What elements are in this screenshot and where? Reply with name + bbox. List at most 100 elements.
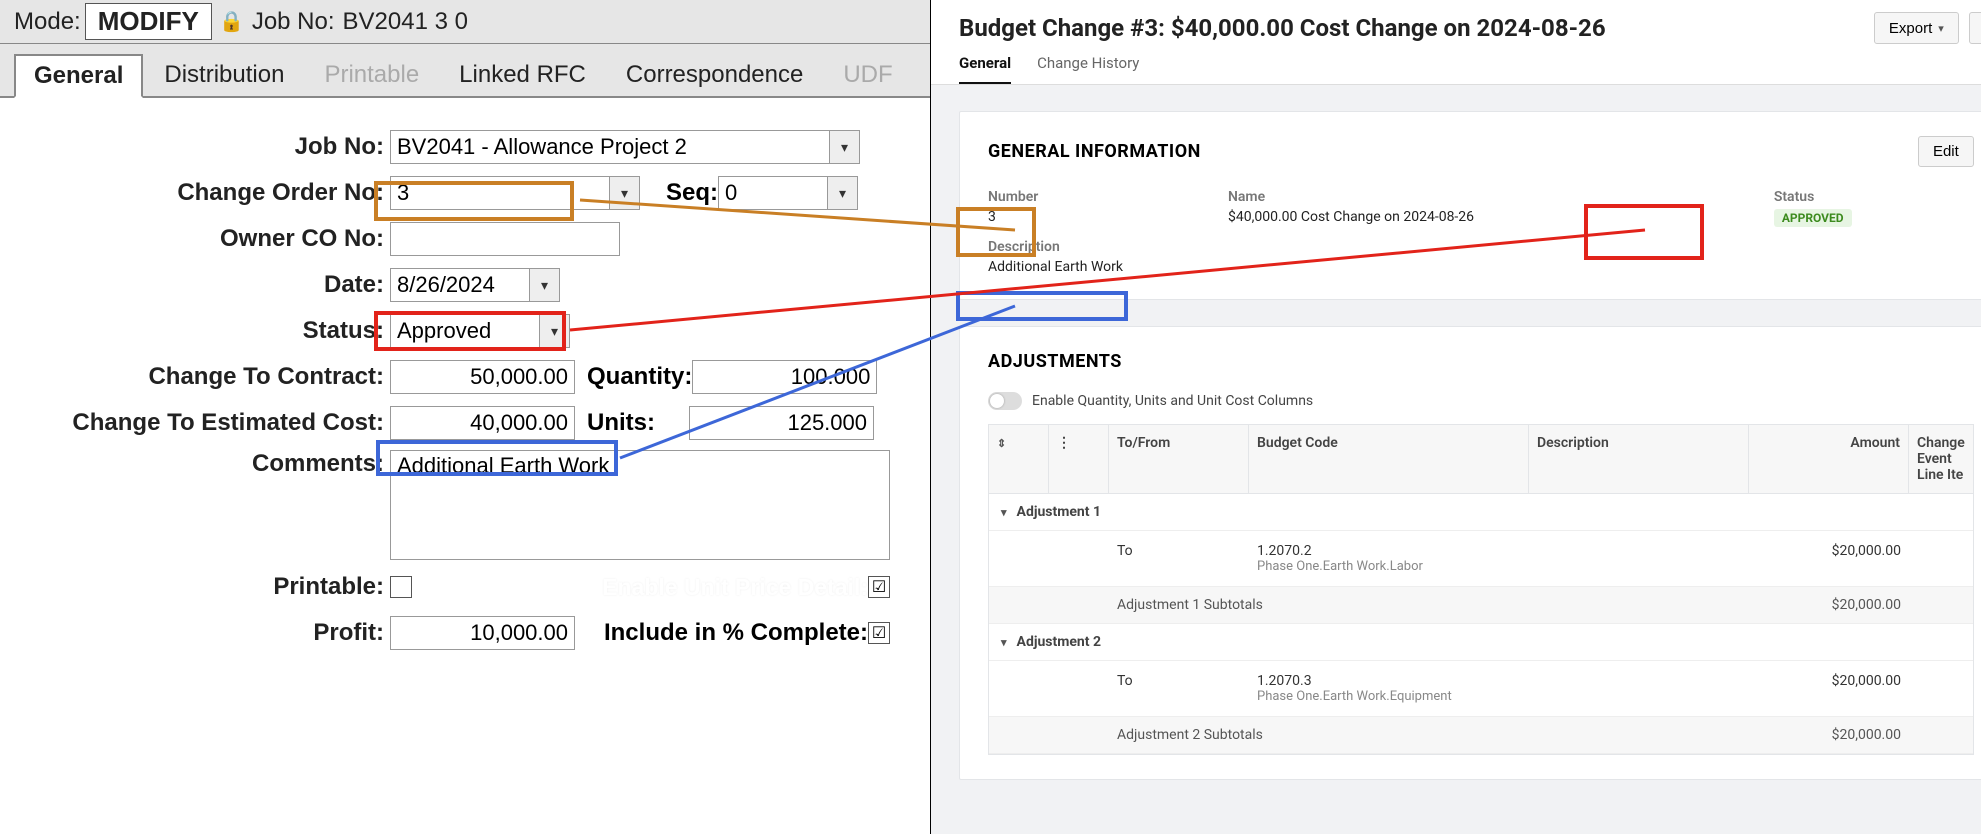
- tab-printable: Printable: [305, 54, 438, 98]
- chevron-down-icon: ▾: [1001, 636, 1007, 649]
- cell-code1: 1.2070.2: [1257, 543, 1521, 559]
- lbl-change-order-no: Change Order No:: [40, 179, 390, 207]
- col-tofrom: To/From: [1109, 425, 1249, 493]
- col-description: Description: [1529, 425, 1749, 493]
- chevron-down-icon: ▾: [1938, 22, 1944, 35]
- table-row: To 1.2070.3 Phase One.Earth Work.Equipme…: [989, 661, 1973, 717]
- gi-name-value: $40,000.00 Cost Change on 2024-08-26: [1228, 209, 1734, 225]
- chevron-down-icon[interactable]: ▾: [540, 314, 570, 348]
- chk-include-in-percent[interactable]: ☑: [868, 622, 890, 644]
- mode-value-box: MODIFY: [85, 3, 212, 40]
- topbar: Mode: MODIFY 🔒 Job No: BV2041 3 0: [0, 0, 930, 44]
- lbl-units: Units:: [587, 409, 655, 437]
- group-name: Adjustment 1: [1017, 504, 1102, 520]
- page-title: Budget Change #3: $40,000.00 Cost Change…: [959, 14, 1606, 42]
- cell-tofrom: To: [1109, 661, 1249, 716]
- legacy-tabs: General Distribution Printable Linked RF…: [0, 44, 930, 98]
- cell-amount: $20,000.00: [1749, 531, 1909, 586]
- heading-adjustments: ADJUSTMENTS: [988, 351, 1974, 372]
- form-body: Job No: ▾ Change Order No: ▾ Seq: ▾ Owne…: [0, 98, 930, 690]
- chevron-down-icon: ▾: [1001, 506, 1007, 519]
- field-date[interactable]: [390, 268, 530, 302]
- gi-number-label: Number: [988, 189, 1188, 205]
- right-header: Budget Change #3: $40,000.00 Cost Change…: [931, 0, 1981, 44]
- chevron-down-icon[interactable]: ▾: [610, 176, 640, 210]
- field-profit[interactable]: [390, 616, 575, 650]
- gi-name-label: Name: [1228, 189, 1734, 205]
- gi-description-label: Description: [988, 239, 1974, 255]
- group-name: Adjustment 2: [1017, 634, 1102, 650]
- field-seq[interactable]: [718, 176, 828, 210]
- lbl-printable: Printable:: [40, 573, 390, 601]
- adjustments-table: ⇕ ⋮ To/From Budget Code Description Amou…: [988, 424, 1974, 755]
- field-comments[interactable]: [390, 450, 890, 560]
- subtotal-row: Adjustment 2 Subtotals $20,000.00: [989, 717, 1973, 754]
- chevron-down-icon[interactable]: ▾: [828, 176, 858, 210]
- r-tab-change-history[interactable]: Change History: [1037, 54, 1139, 84]
- col-more[interactable]: ⋮: [1049, 425, 1109, 493]
- status-badge: APPROVED: [1774, 209, 1852, 227]
- modern-panel: Budget Change #3: $40,000.00 Cost Change…: [931, 0, 1981, 834]
- cell-code1: 1.2070.3: [1257, 673, 1521, 689]
- more-button[interactable]: ⋮: [1969, 12, 1981, 44]
- subtotal-row: Adjustment 1 Subtotals $20,000.00: [989, 587, 1973, 624]
- lbl-profit: Profit:: [40, 619, 390, 647]
- subtotal-amount: $20,000.00: [1749, 717, 1909, 753]
- export-button-label: Export: [1889, 20, 1932, 37]
- chevron-down-icon[interactable]: ▾: [830, 130, 860, 164]
- lbl-include-in-percent: Include in % Complete:: [604, 619, 868, 647]
- field-units[interactable]: [689, 406, 874, 440]
- cell-code2: Phase One.Earth Work.Labor: [1257, 559, 1521, 574]
- field-change-to-est-cost[interactable]: [390, 406, 575, 440]
- field-quantity[interactable]: [692, 360, 877, 394]
- field-jobno[interactable]: [390, 130, 830, 164]
- r-tab-general[interactable]: General: [959, 54, 1011, 84]
- col-budget-code: Budget Code: [1249, 425, 1529, 493]
- jobno-header-value: BV2041 3 0: [343, 8, 468, 36]
- gi-status-label: Status: [1774, 189, 1974, 205]
- tab-linked-rfc[interactable]: Linked RFC: [440, 54, 605, 98]
- subtotal-label: Adjustment 1 Subtotals: [1117, 597, 1263, 613]
- tab-distribution[interactable]: Distribution: [145, 54, 303, 98]
- table-header: ⇕ ⋮ To/From Budget Code Description Amou…: [989, 425, 1973, 494]
- tab-correspondence[interactable]: Correspondence: [607, 54, 822, 98]
- tab-udf: UDF: [824, 54, 911, 98]
- tab-general[interactable]: General: [14, 54, 143, 98]
- toggle-columns[interactable]: [988, 392, 1022, 410]
- chevron-down-icon[interactable]: ▾: [530, 268, 560, 302]
- group-header[interactable]: ▾ Adjustment 2: [989, 624, 1973, 661]
- group-header[interactable]: ▾ Adjustment 1: [989, 494, 1973, 531]
- lock-icon: 🔒: [220, 10, 244, 34]
- chk-enable-unit-price[interactable]: ☑: [868, 576, 890, 598]
- edit-button[interactable]: Edit: [1918, 136, 1974, 167]
- lbl-owner-co-no: Owner CO No:: [40, 225, 390, 253]
- chk-printable[interactable]: [390, 576, 412, 598]
- card-general-info: GENERAL INFORMATION Edit Number 3 Name $…: [959, 111, 1981, 300]
- col-change-event-line: Change Event Line Ite: [1909, 425, 1973, 493]
- lbl-change-to-contract: Change To Contract:: [40, 363, 390, 391]
- field-change-order-no[interactable]: [390, 176, 610, 210]
- lbl-enable-unit-price: Enable Unit Price Detail:: [602, 574, 868, 601]
- toggle-row: Enable Quantity, Units and Unit Cost Col…: [988, 392, 1974, 410]
- field-change-to-contract[interactable]: [390, 360, 575, 394]
- cell-desc: [1529, 661, 1749, 716]
- export-button[interactable]: Export ▾: [1874, 12, 1959, 44]
- col-expand[interactable]: ⇕: [989, 425, 1049, 493]
- gi-number-value: 3: [988, 209, 1188, 225]
- lbl-jobno: Job No:: [40, 133, 390, 161]
- field-owner-co-no[interactable]: [390, 222, 620, 256]
- table-row: To 1.2070.2 Phase One.Earth Work.Labor $…: [989, 531, 1973, 587]
- lbl-seq: Seq:: [666, 179, 718, 207]
- right-tabs: General Change History: [931, 44, 1981, 85]
- legacy-panel: Mode: MODIFY 🔒 Job No: BV2041 3 0 Genera…: [0, 0, 931, 834]
- cell-tofrom: To: [1109, 531, 1249, 586]
- lbl-change-to-est-cost: Change To Estimated Cost:: [40, 409, 390, 437]
- card-adjustments: ADJUSTMENTS Enable Quantity, Units and U…: [959, 326, 1981, 780]
- heading-general-info: GENERAL INFORMATION: [988, 141, 1201, 162]
- field-status[interactable]: [390, 314, 540, 348]
- lbl-date: Date:: [40, 271, 390, 299]
- lbl-quantity: Quantity:: [587, 363, 692, 391]
- jobno-header-label: Job No:: [252, 8, 335, 36]
- lbl-comments: Comments:: [40, 450, 390, 478]
- toggle-label: Enable Quantity, Units and Unit Cost Col…: [1032, 393, 1313, 409]
